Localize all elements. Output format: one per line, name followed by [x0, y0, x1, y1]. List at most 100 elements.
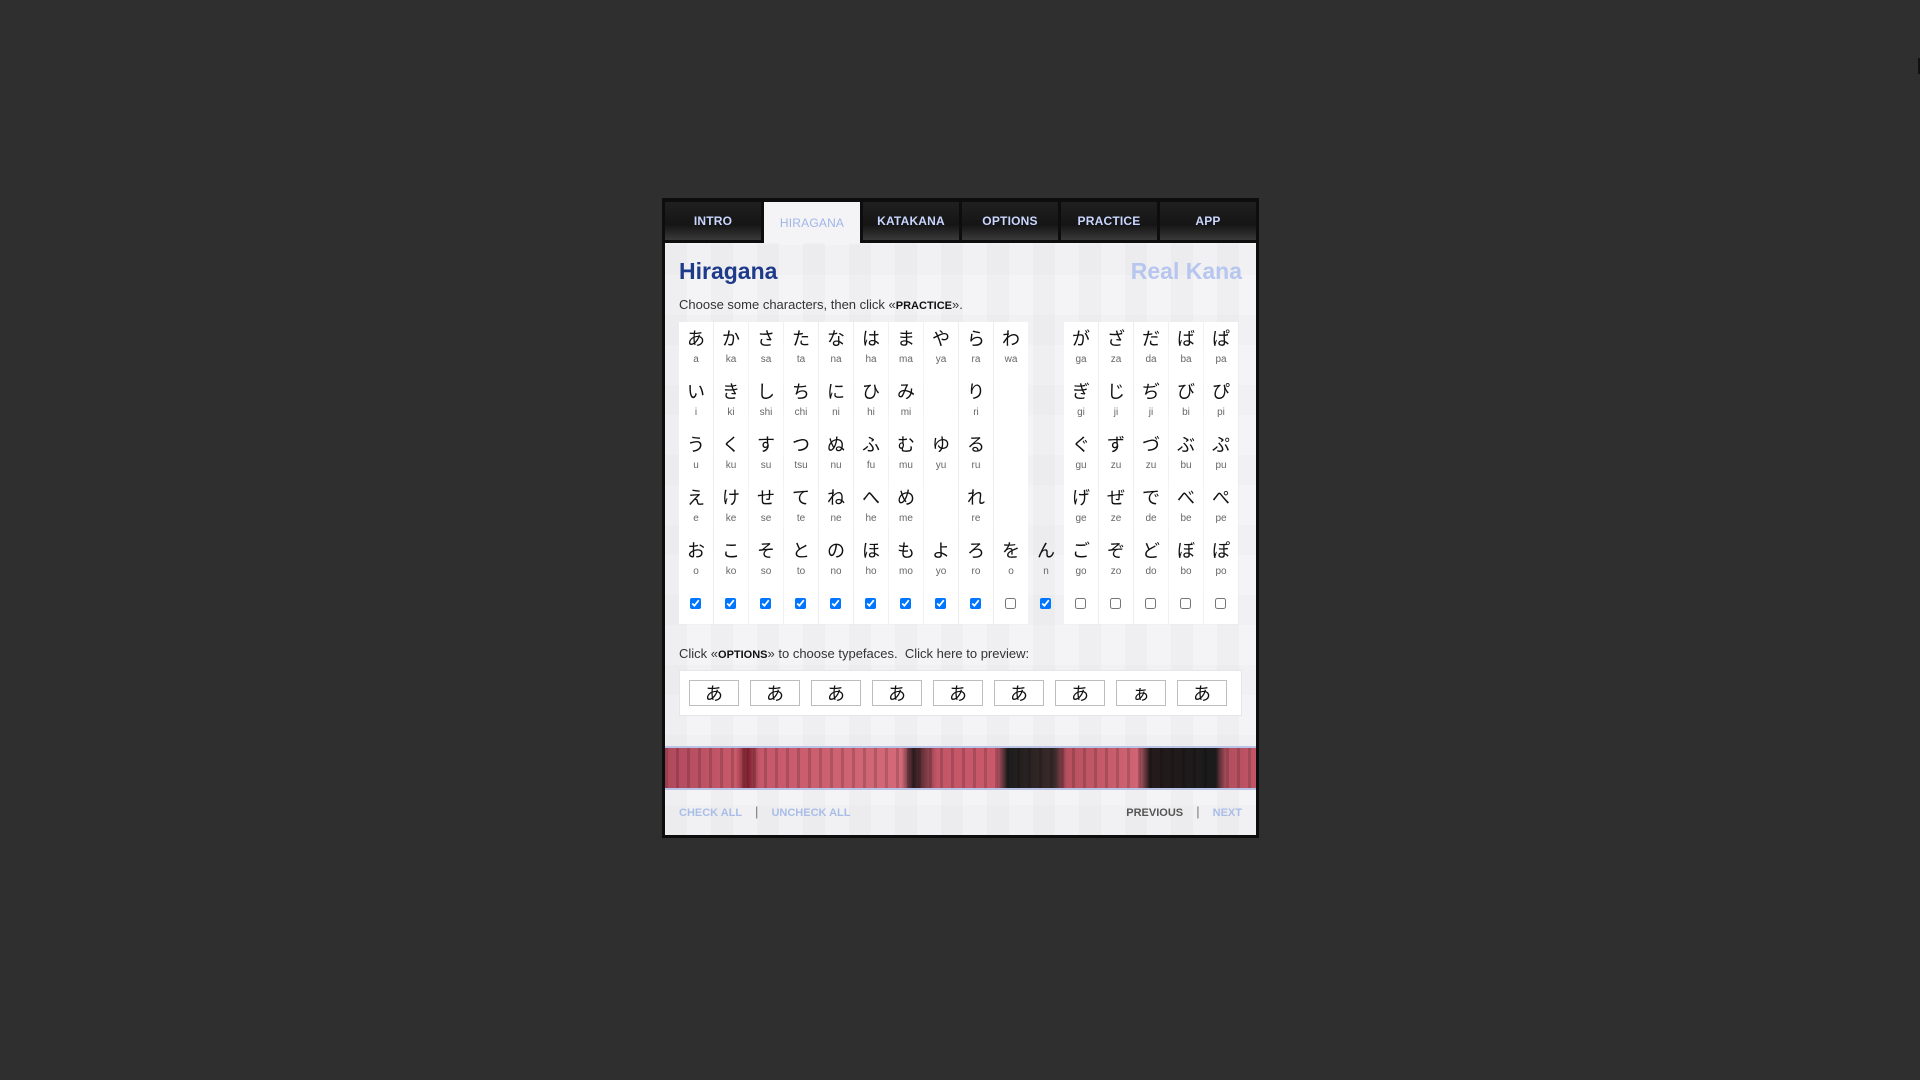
kana-char: て: [792, 488, 810, 509]
kana-char: げ: [1072, 488, 1090, 509]
column-checkbox[interactable]: [1074, 598, 1086, 609]
romaji-label: pe: [1215, 513, 1227, 524]
kana-char: ま: [897, 329, 915, 350]
typeface-sample-button[interactable]: ぁ: [1116, 680, 1166, 706]
kana-char: ぼ: [1177, 541, 1195, 562]
column-checkbox-wrap: [969, 596, 983, 609]
column-checkbox[interactable]: [1004, 598, 1016, 609]
typeface-sample-button[interactable]: あ: [1177, 680, 1227, 706]
romaji-label: za: [1110, 354, 1122, 365]
preview-link[interactable]: Click here to preview:: [905, 646, 1029, 661]
tab-katakana[interactable]: KATAKANA: [863, 202, 959, 240]
column-checkbox[interactable]: [1179, 598, 1191, 609]
romaji-label: ge: [1075, 513, 1087, 524]
kana-char: き: [722, 382, 740, 403]
tab-hiragana[interactable]: HIRAGANA: [764, 202, 860, 243]
kana-column: ま ma み mi む mu め me も mo: [889, 322, 923, 624]
kana-cell: な na: [819, 322, 853, 375]
kana-cell: よ yo: [924, 534, 958, 587]
kana-char: ず: [1107, 435, 1125, 456]
romaji-label: ma: [899, 354, 913, 365]
column-checkbox[interactable]: [934, 598, 946, 609]
kana-char: ぞ: [1107, 541, 1125, 562]
check-all-link[interactable]: CHECK ALL: [679, 807, 742, 819]
column-checkbox[interactable]: [1109, 598, 1121, 609]
previous-link[interactable]: PREVIOUS: [1126, 807, 1183, 819]
column-checkbox[interactable]: [899, 598, 911, 609]
typeface-sample-button[interactable]: あ: [1055, 680, 1105, 706]
romaji-label: shi: [759, 407, 773, 418]
instruction-post: ».: [952, 297, 963, 312]
romaji-label: pu: [1215, 460, 1227, 471]
kana-cell: は ha: [854, 322, 888, 375]
romaji-label: ba: [1180, 354, 1192, 365]
kana-char: れ: [967, 488, 985, 509]
kana-char: と: [792, 541, 810, 562]
kana-char: し: [757, 382, 775, 403]
column-checkbox[interactable]: [794, 598, 806, 609]
tab-practice[interactable]: PRACTICE: [1061, 202, 1157, 240]
column-checkbox[interactable]: [689, 598, 701, 609]
romaji-label: zo: [1110, 566, 1122, 577]
kana-cell: あa: [679, 322, 713, 375]
typeface-sample-button[interactable]: あ: [811, 680, 861, 706]
typeface-sample-button[interactable]: あ: [933, 680, 983, 706]
kana-char: め: [897, 488, 915, 509]
typeface-sample-button[interactable]: あ: [750, 680, 800, 706]
kana-char: ほ: [862, 541, 880, 562]
typeface-sample-button[interactable]: あ: [689, 680, 739, 706]
typeface-sample-button[interactable]: あ: [994, 680, 1044, 706]
column-checkbox[interactable]: [1039, 598, 1051, 609]
kana-cell: んn: [1029, 534, 1063, 587]
romaji-label: po: [1215, 566, 1227, 577]
kana-char: づ: [1142, 435, 1160, 456]
empty-cell: [1029, 375, 1063, 428]
column-checkbox-wrap: [864, 596, 878, 609]
romaji-label: sa: [760, 354, 772, 365]
tab-options[interactable]: OPTIONS: [962, 202, 1058, 240]
kana-char: い: [687, 382, 705, 403]
romaji-label: chi: [794, 407, 808, 418]
column-checkbox[interactable]: [724, 598, 736, 609]
options-note: Click «OPTIONS» to choose typefaces. Cli…: [679, 646, 1242, 666]
column-checkbox[interactable]: [1144, 598, 1156, 609]
kana-cell: ぎ gi: [1064, 375, 1098, 428]
next-link[interactable]: NEXT: [1213, 807, 1242, 819]
kana-cell: が ga: [1064, 322, 1098, 375]
kana-char: さ: [757, 329, 775, 350]
column-checkbox[interactable]: [759, 598, 771, 609]
romaji-label: ki: [727, 407, 735, 418]
footer-bar: CHECK ALL | UNCHECK ALL PREVIOUS | NEXT: [665, 788, 1256, 835]
kana-cell: へ he: [854, 481, 888, 534]
instruction-text: Choose some characters, then click «PRAC…: [679, 297, 1242, 322]
kana-cell: ぽ po: [1204, 534, 1238, 587]
kana-char: ぬ: [827, 435, 845, 456]
tab-intro[interactable]: INTRO: [665, 202, 761, 240]
kana-column: た ta ち chi つ tsu て te と to: [784, 322, 818, 624]
kana-column: わ wa を o: [994, 322, 1028, 624]
uncheck-all-link[interactable]: UNCHECK ALL: [771, 807, 850, 819]
instruction-pre: Choose some characters, then click «: [679, 297, 896, 312]
romaji-label: se: [760, 513, 772, 524]
kana-cell: ぐ gu: [1064, 428, 1098, 481]
romaji-label: no: [830, 566, 842, 577]
note-post: » to choose typefaces.: [767, 646, 905, 661]
kana-column: ざ za じ ji ず zu ぜ ze ぞ zo: [1099, 322, 1133, 624]
kana-char: み: [897, 382, 915, 403]
column-checkbox-wrap: [689, 596, 703, 609]
kana-char: か: [722, 329, 740, 350]
kana-char: や: [932, 329, 950, 350]
column-checkbox[interactable]: [829, 598, 841, 609]
romaji-label: yo: [935, 566, 947, 577]
typeface-sample-button[interactable]: あ: [872, 680, 922, 706]
column-checkbox-wrap: [1179, 596, 1193, 609]
empty-cell: [994, 375, 1028, 428]
column-checkbox[interactable]: [864, 598, 876, 609]
typeface-preview-row: あああああああぁあ: [679, 670, 1242, 716]
tab-app[interactable]: APP: [1160, 202, 1256, 240]
kana-cell: せ se: [749, 481, 783, 534]
column-checkbox[interactable]: [1214, 598, 1226, 609]
column-checkbox[interactable]: [969, 598, 981, 609]
romaji-label: bu: [1180, 460, 1192, 471]
kana-char: る: [967, 435, 985, 456]
